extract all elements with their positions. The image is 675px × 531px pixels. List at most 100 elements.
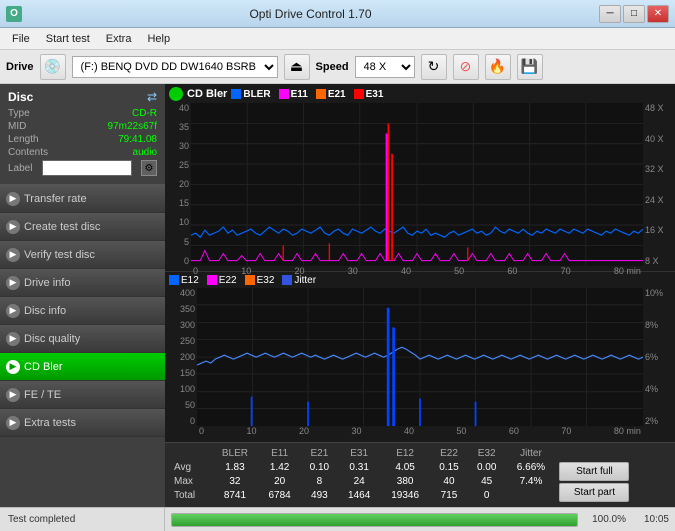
disc-arrow-icon[interactable]: ⇄ — [147, 90, 157, 104]
status-window-button[interactable]: Test completed — [0, 508, 165, 531]
eject-button[interactable]: ⏏ — [284, 54, 310, 80]
e21-dot — [316, 89, 326, 99]
chart1-legend: BLER E11 E21 E31 — [231, 89, 383, 100]
e22-dot — [207, 275, 217, 285]
stats-avg-row: Avg 1.83 1.42 0.10 0.31 4.05 0.15 0.00 6… — [171, 460, 669, 474]
app-icon: O — [6, 6, 22, 22]
chart2-container: E12 E22 E32 Jitter 400350300250200150100… — [165, 272, 675, 442]
drive-info-icon: ▶ — [6, 276, 20, 290]
sidebar-extra-tests[interactable]: ▶ Extra tests — [0, 409, 165, 437]
content-area: CD Bler BLER E11 E21 — [165, 84, 675, 507]
stats-avg-e32: 0.00 — [468, 460, 506, 474]
stats-avg-e22: 0.15 — [430, 460, 468, 474]
drive-label: Drive — [6, 61, 34, 73]
sidebar-verify-test-disc[interactable]: ▶ Verify test disc — [0, 241, 165, 269]
menu-extra[interactable]: Extra — [98, 31, 140, 47]
stats-total-bler: 8741 — [211, 489, 259, 503]
disc-label-input[interactable] — [42, 160, 132, 176]
menu-help[interactable]: Help — [139, 31, 178, 47]
disc-mid-value: 97m22s67f — [108, 121, 157, 132]
stats-max-e11: 20 — [259, 474, 301, 488]
stats-total-jitter — [506, 489, 557, 503]
bler-dot — [231, 89, 241, 99]
stats-col-e12: E12 — [380, 447, 430, 460]
stats-max-jitter: 7.4% — [506, 474, 557, 488]
verify-test-disc-icon: ▶ — [6, 248, 20, 262]
e12-dot — [169, 275, 179, 285]
stats-col-e22: E22 — [430, 447, 468, 460]
chart1-container: CD Bler BLER E11 E21 — [165, 84, 675, 272]
disc-type-value: CD-R — [132, 108, 157, 119]
menu-bar: File Start test Extra Help — [0, 28, 675, 50]
disc-length-label: Length — [8, 134, 39, 145]
legend-e12: E12 — [169, 275, 199, 286]
stats-avg-jitter: 6.66% — [506, 460, 557, 474]
stats-total-e11: 6784 — [259, 489, 301, 503]
stats-area: BLER E11 E21 E31 E12 E22 E32 Jitter Avg — [165, 442, 675, 507]
disc-contents-value: audio — [133, 147, 157, 158]
stats-avg-label: Avg — [171, 460, 211, 474]
stats-col-e32: E32 — [468, 447, 506, 460]
sidebar-fe-te[interactable]: ▶ FE / TE — [0, 381, 165, 409]
progress-bar-container — [171, 513, 578, 527]
speed-select[interactable]: 48 X — [355, 56, 415, 78]
stats-col-actions — [556, 447, 669, 460]
main-area: Disc ⇄ Type CD-R MID 97m22s67f Length 79… — [0, 84, 675, 507]
start-full-button[interactable]: Start full — [559, 462, 629, 481]
sidebar-transfer-rate[interactable]: ▶ Transfer rate — [0, 185, 165, 213]
status-bar: Test completed 100.0% 10:05 — [0, 507, 675, 531]
e11-dot — [279, 89, 289, 99]
minimize-button[interactable]: ─ — [599, 5, 621, 23]
chart1-svg — [191, 103, 643, 266]
stats-max-e22: 40 — [430, 474, 468, 488]
title-bar: O Opti Drive Control 1.70 ─ □ ✕ — [0, 0, 675, 28]
chart1-plot — [191, 103, 643, 266]
sidebar-drive-info[interactable]: ▶ Drive info — [0, 269, 165, 297]
erase-button[interactable]: ⊘ — [453, 54, 479, 80]
disc-type-label: Type — [8, 108, 30, 119]
menu-start-test[interactable]: Start test — [38, 31, 98, 47]
start-part-button[interactable]: Start part — [559, 483, 629, 502]
refresh-button[interactable]: ↻ — [421, 54, 447, 80]
stats-max-e12: 380 — [380, 474, 430, 488]
sidebar-create-test-disc[interactable]: ▶ Create test disc — [0, 213, 165, 241]
chart1-title: CD Bler BLER E11 E21 — [169, 87, 671, 101]
stats-col-empty — [171, 447, 211, 460]
transfer-rate-icon: ▶ — [6, 192, 20, 206]
label-gear-button[interactable]: ⚙ — [141, 160, 157, 176]
stats-max-e21: 8 — [301, 474, 339, 488]
menu-file[interactable]: File — [4, 31, 38, 47]
legend-e32: E32 — [245, 275, 275, 286]
speed-label: Speed — [316, 61, 349, 73]
status-right: 100.0% 10:05 — [165, 513, 675, 527]
sidebar-disc-quality[interactable]: ▶ Disc quality — [0, 325, 165, 353]
maximize-button[interactable]: □ — [623, 5, 645, 23]
progress-bar — [172, 514, 577, 526]
chart2-x-axis: 01020304050607080 min — [199, 426, 641, 436]
sidebar: Disc ⇄ Type CD-R MID 97m22s67f Length 79… — [0, 84, 165, 507]
stats-avg-e11: 1.42 — [259, 460, 301, 474]
sidebar-cd-bler[interactable]: ▶ CD Bler — [0, 353, 165, 381]
progress-text: 100.0% — [586, 514, 626, 525]
disc-info-panel: Disc ⇄ Type CD-R MID 97m22s67f Length 79… — [0, 84, 165, 185]
disc-quality-icon: ▶ — [6, 332, 20, 346]
chart2-plot — [197, 288, 643, 426]
stats-avg-bler: 1.83 — [211, 460, 259, 474]
stats-total-e21: 493 — [301, 489, 339, 503]
burn-button[interactable]: 🔥 — [485, 54, 511, 80]
create-test-disc-icon: ▶ — [6, 220, 20, 234]
legend-jitter: Jitter — [282, 275, 316, 286]
stats-total-e22: 715 — [430, 489, 468, 503]
chart1-y-axis: 4035302520151050 — [169, 103, 191, 266]
close-button[interactable]: ✕ — [647, 5, 669, 23]
stats-avg-e12: 4.05 — [380, 460, 430, 474]
chart2-svg — [197, 288, 643, 426]
sidebar-disc-info[interactable]: ▶ Disc info — [0, 297, 165, 325]
drive-select[interactable]: (F:) BENQ DVD DD DW1640 BSRB — [72, 56, 278, 78]
disc-contents-label: Contents — [8, 147, 48, 158]
stats-max-e31: 24 — [338, 474, 380, 488]
stats-avg-e21: 0.10 — [301, 460, 339, 474]
stats-col-e11: E11 — [259, 447, 301, 460]
save-button[interactable]: 💾 — [517, 54, 543, 80]
fe-te-icon: ▶ — [6, 388, 20, 402]
